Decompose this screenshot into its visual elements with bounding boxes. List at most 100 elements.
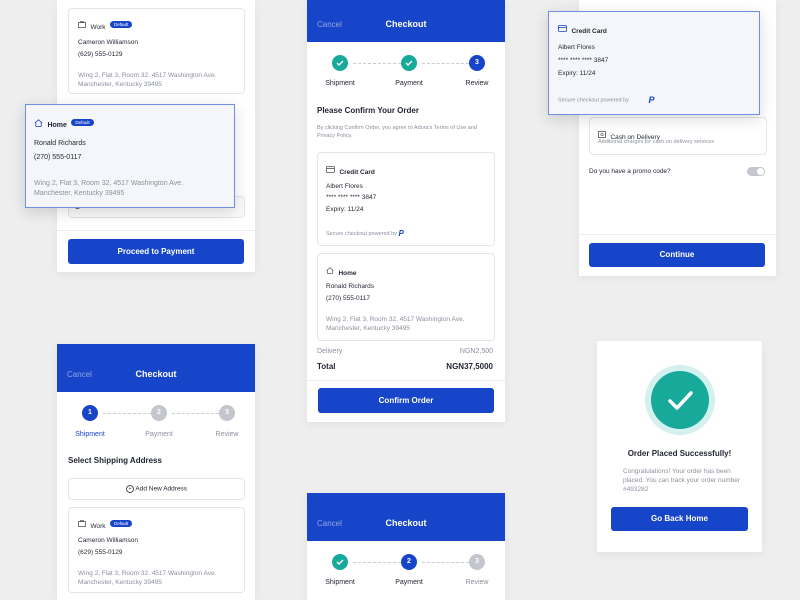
- continue-button[interactable]: Continue: [589, 243, 765, 267]
- success-screen: Order Placed Successfully! Congratulatio…: [597, 341, 762, 552]
- address-tag: Work: [90, 523, 106, 530]
- page-title: Checkout: [385, 19, 427, 29]
- checkout-header: Cancel Checkout: [307, 493, 505, 541]
- credit-card-summary[interactable]: Credit Card Albert Flores **** **** ****…: [317, 152, 495, 246]
- step-label-review: Review: [215, 431, 239, 438]
- address-tag: Home: [338, 270, 357, 277]
- card-holder: Albert Flores: [558, 44, 595, 51]
- page-title: Checkout: [135, 369, 177, 379]
- total-label: Total: [317, 362, 336, 371]
- step-label-review: Review: [465, 80, 489, 87]
- briefcase-icon: [78, 21, 86, 29]
- success-message: Congratulations! Your order has been pla…: [623, 468, 741, 493]
- promo-question: Do you have a promo code?: [589, 168, 671, 175]
- step-connector: [353, 63, 401, 64]
- secure-checkout-text: Secure checkout powered by: [326, 230, 397, 237]
- address-phone: (629) 555-0129: [78, 51, 123, 58]
- address-name: Cameron Williamson: [78, 537, 138, 544]
- credit-card-icon: [558, 25, 567, 33]
- go-back-home-button[interactable]: Go Back Home: [611, 507, 748, 531]
- address-text: Wing 2, Flat 3, Room 32. 4517 Washington…: [78, 72, 217, 88]
- payment-method-title: Credit Card: [339, 169, 375, 176]
- confirm-order-button[interactable]: Confirm Order: [318, 388, 494, 413]
- address-phone: (270) 555-0117: [326, 295, 370, 302]
- address-text: Wing 2, Flat 3, Room 32. 4517 Washington…: [78, 570, 217, 586]
- success-check-icon: [651, 371, 709, 429]
- card-holder: Albert Flores: [326, 183, 363, 190]
- credit-card-popup[interactable]: Credit Card Albert Flores **** **** ****…: [548, 11, 760, 115]
- briefcase-icon: [78, 520, 86, 528]
- cash-icon: [598, 131, 606, 139]
- add-new-address-button[interactable]: + Add New Address: [68, 478, 245, 500]
- step-connector: [422, 562, 469, 563]
- checkout-header: Cancel Checkout: [57, 344, 255, 392]
- default-badge: Default: [109, 21, 133, 29]
- address-phone: (629) 555-0129: [78, 549, 123, 556]
- address-text: Wing 2, Flat 3, Room 32. 4517 Washington…: [326, 316, 465, 332]
- home-address-summary[interactable]: Home Ronald Richards (270) 555-0117 Wing…: [317, 253, 495, 341]
- toggle-knob: [757, 168, 764, 175]
- paypal-icon: P: [648, 95, 655, 105]
- promo-toggle[interactable]: [747, 167, 765, 176]
- credit-card-icon: [326, 166, 335, 174]
- address-tag: Home: [47, 122, 67, 129]
- home-icon: [326, 267, 334, 275]
- cash-on-delivery-option[interactable]: Cash on Delivery Additional charges for …: [589, 117, 767, 155]
- address-tag: Work: [90, 24, 106, 31]
- address-name: Ronald Richards: [326, 283, 375, 290]
- step-label-payment: Payment: [395, 80, 423, 87]
- delivery-label: Delivery: [317, 348, 343, 355]
- work-address-card[interactable]: Work Default Cameron Williamson (629) 55…: [68, 8, 245, 94]
- step-payment[interactable]: 2: [151, 405, 167, 421]
- step-label-shipment: Shipment: [325, 579, 355, 586]
- step-label-shipment: Shipment: [75, 431, 105, 438]
- select-address-heading: Select Shipping Address: [68, 456, 162, 465]
- total-value: NGN37,5000: [446, 362, 493, 371]
- step-shipment-active[interactable]: 1: [82, 405, 98, 421]
- step-label-review: Review: [465, 579, 489, 586]
- work-address-card[interactable]: Work Default Cameron Williamson (629) 55…: [68, 507, 245, 593]
- check-icon: [336, 559, 344, 565]
- step-shipment-done[interactable]: [332, 554, 348, 570]
- step-review[interactable]: 3: [219, 405, 235, 421]
- payment-step-screen: Cancel Checkout 2 3 Shipment Payment Rev…: [307, 493, 505, 600]
- address-phone: (270) 555-0117: [34, 154, 82, 161]
- step-label-shipment: Shipment: [325, 80, 355, 87]
- address-name: Ronald Richards: [34, 140, 86, 147]
- shipping-screen: Cancel Checkout 1 2 3 Shipment Payment R…: [57, 344, 255, 600]
- step-payment-done[interactable]: [401, 55, 417, 71]
- check-icon: [405, 60, 413, 66]
- default-badge: Default: [71, 119, 94, 127]
- secure-checkout-text: Secure checkout powered by: [558, 97, 629, 104]
- step-label-payment: Payment: [145, 431, 173, 438]
- step-payment-active[interactable]: 2: [401, 554, 417, 570]
- paypal-icon: P: [398, 229, 404, 238]
- step-connector: [103, 413, 151, 414]
- address-text: Wing 2, Flat 3, Room 32. 4517 Washington…: [34, 180, 184, 197]
- card-number: **** **** **** 3847: [558, 57, 609, 64]
- review-screen: Cancel Checkout 3 Shipment Payment Revie…: [307, 0, 505, 422]
- plus-circle-icon: +: [125, 485, 134, 493]
- card-expiry: Expiry: 11/24: [326, 206, 364, 213]
- step-review[interactable]: 3: [469, 554, 485, 570]
- success-title: Order Placed Successfully!: [627, 449, 732, 458]
- home-address-popup[interactable]: Home Default Ronald Richards (270) 555-0…: [25, 104, 235, 208]
- divider: [307, 380, 505, 381]
- check-icon: [668, 391, 693, 410]
- page-title: Checkout: [385, 518, 427, 528]
- cod-description: Additional charges for cash on delivery …: [598, 139, 715, 145]
- step-review-active[interactable]: 3: [469, 55, 485, 71]
- terms-text: By clicking Confirm Order, you agree to …: [317, 125, 477, 139]
- card-number: **** **** **** 3847: [326, 194, 377, 201]
- proceed-to-payment-button[interactable]: Proceed to Payment: [68, 239, 244, 264]
- step-connector: [422, 63, 469, 64]
- home-icon: [34, 119, 43, 127]
- step-shipment-done[interactable]: [332, 55, 348, 71]
- address-name: Cameron Williamson: [78, 39, 138, 46]
- confirm-heading: Please Confirm Your Order: [317, 106, 419, 115]
- divider: [57, 230, 255, 231]
- card-expiry: Expiry: 11/24: [558, 70, 596, 77]
- delivery-value: NGN2,500: [459, 348, 493, 355]
- check-icon: [336, 60, 344, 66]
- divider: [579, 234, 776, 235]
